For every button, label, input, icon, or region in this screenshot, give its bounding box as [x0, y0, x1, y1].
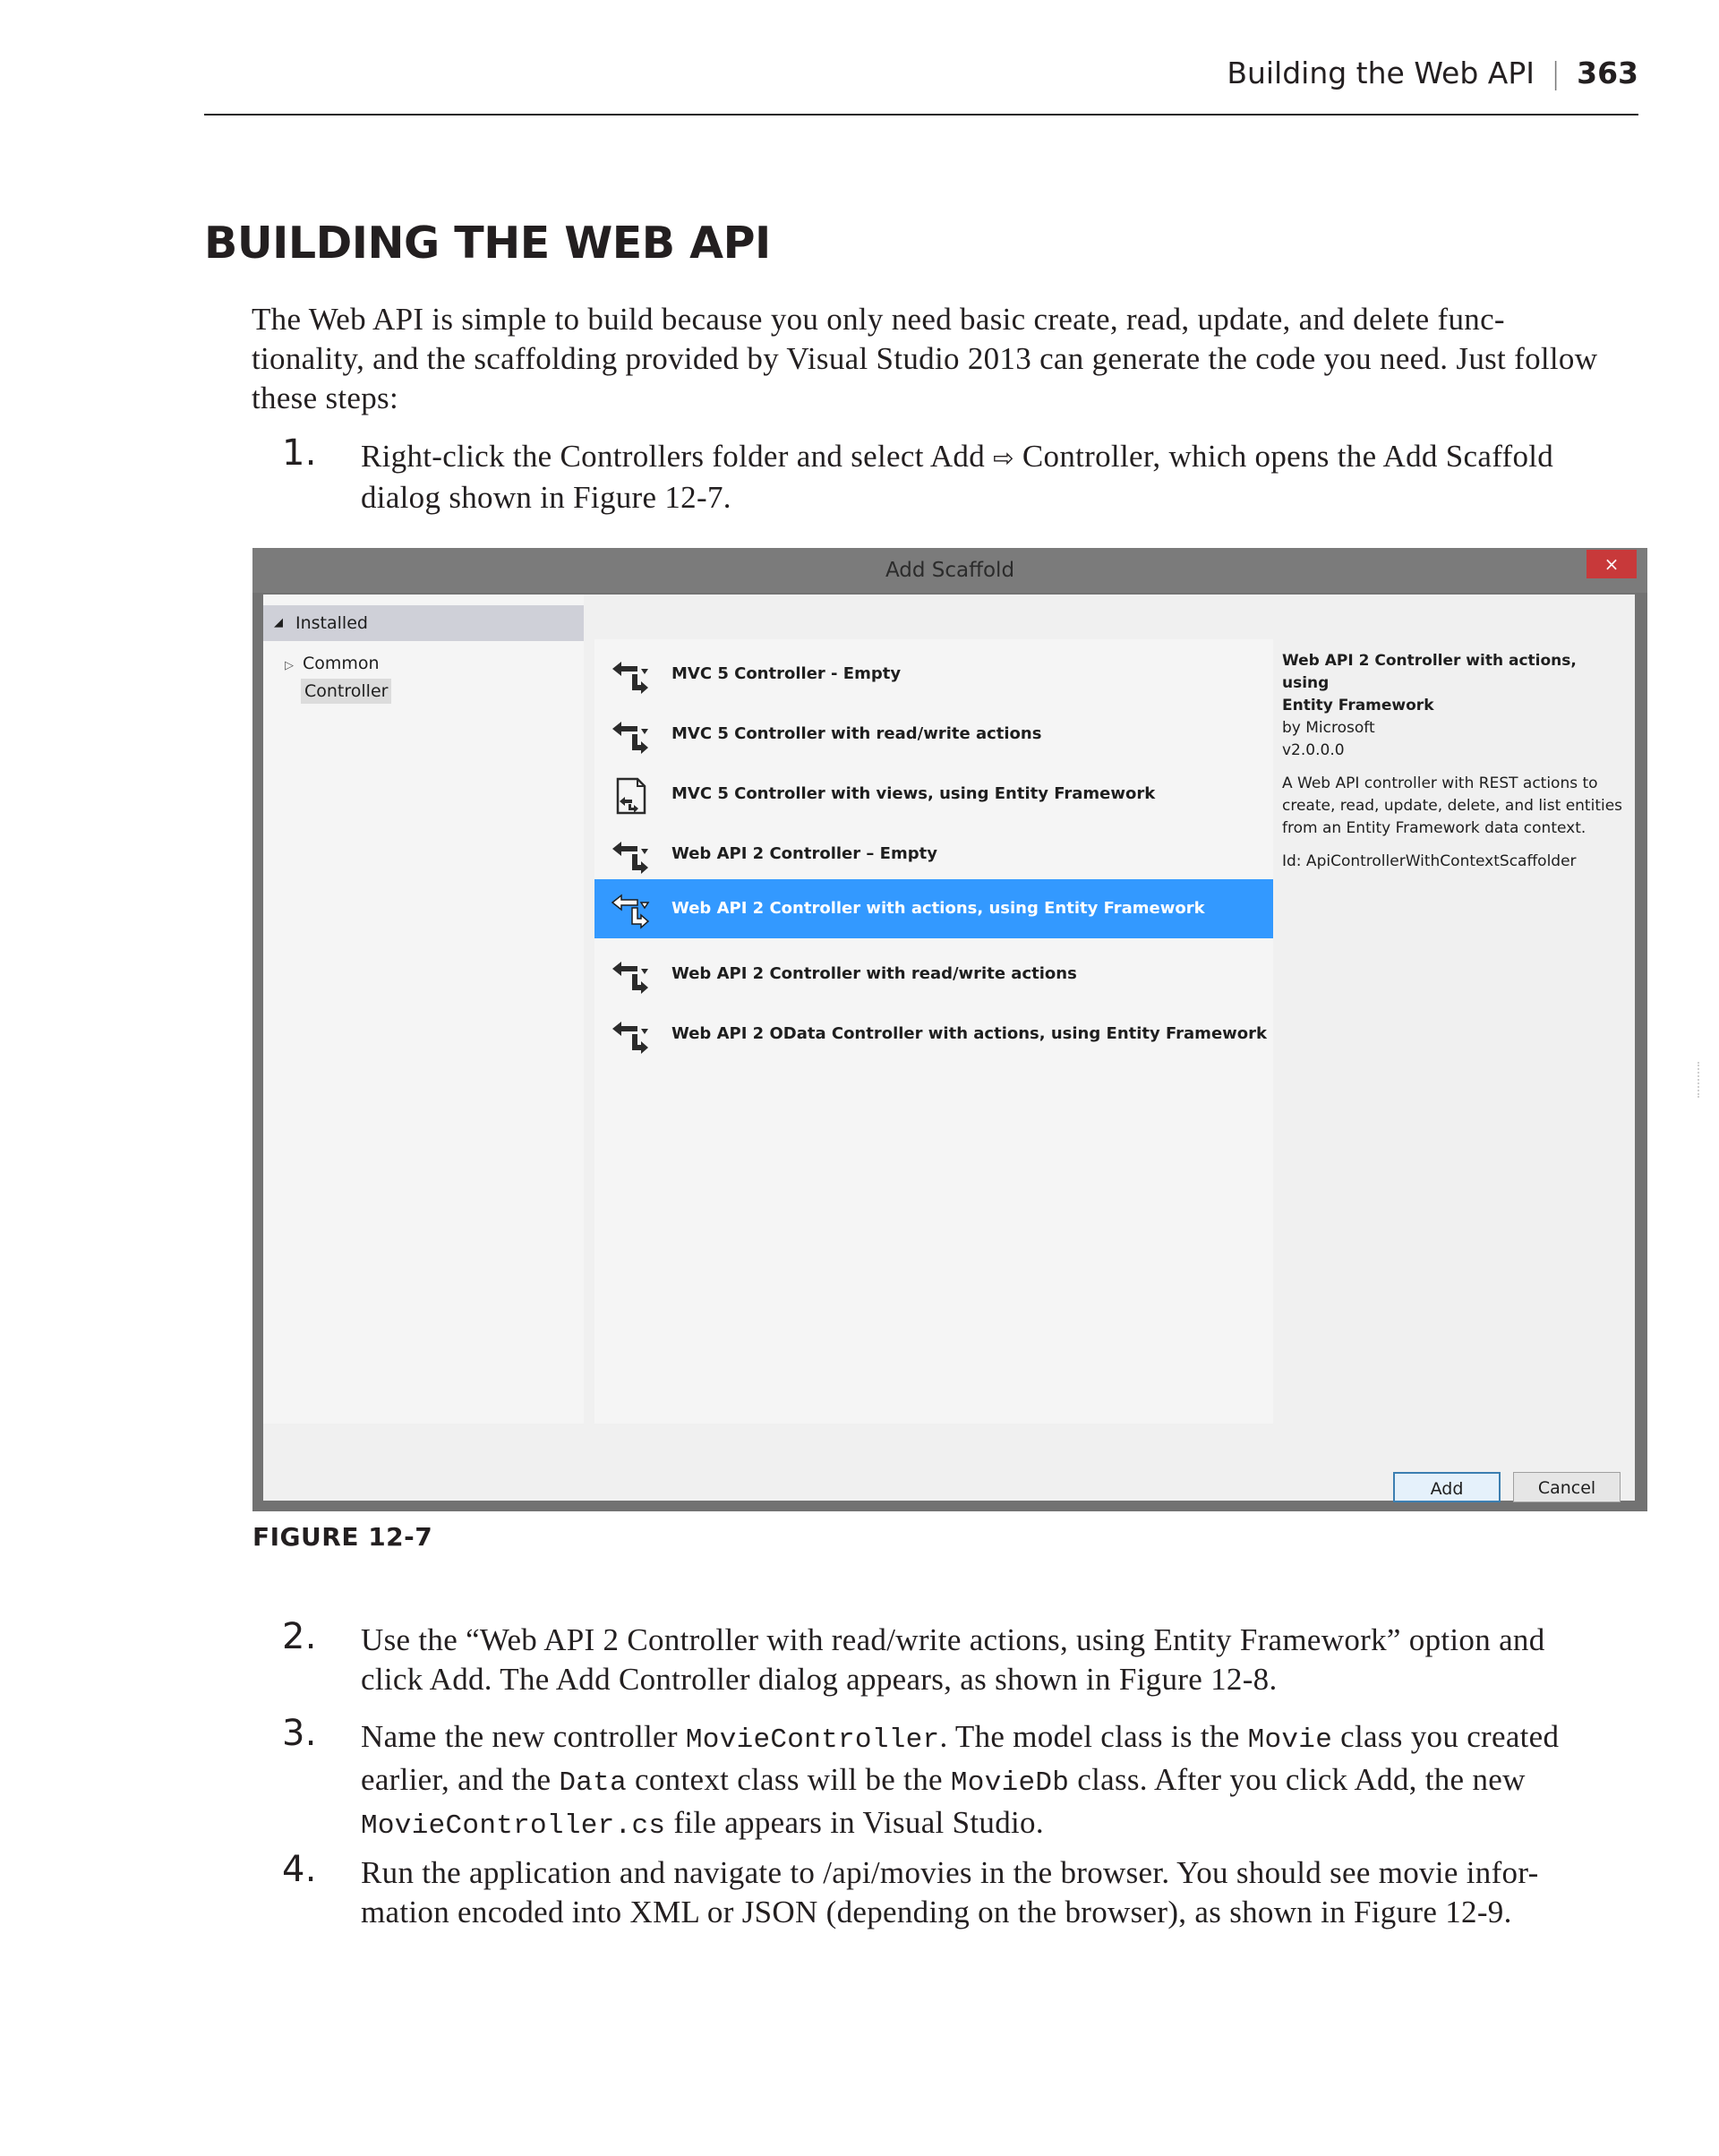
template-name: MVC 5 Controller with views, using Entit…: [671, 784, 1156, 803]
view-controller-icon: [616, 777, 646, 815]
controller-icon: [612, 662, 648, 694]
step-text-part: file appears in Visual Studio.: [665, 1805, 1044, 1840]
details-id: Id: ApiControllerWithContextScaffolder: [1282, 852, 1577, 870]
step-text: Right-click the Controllers folder and s…: [361, 437, 1612, 518]
tree-item-common[interactable]: ▷ Common: [285, 650, 380, 677]
controller-icon: [612, 1022, 648, 1054]
running-head: Building the Web API | 363: [204, 56, 1638, 109]
running-head-title: Building the Web API: [1227, 56, 1535, 90]
add-scaffold-dialog: Add Scaffold × ◢ Installed ▷ Common Contr…: [252, 548, 1647, 1511]
step-2: 2. Use the “Web API 2 Controller with re…: [252, 1617, 1612, 1699]
template-name: MVC 5 Controller with read/write actions: [671, 724, 1042, 743]
code-class-name: MovieController: [685, 1724, 940, 1756]
template-item-mvc-empty[interactable]: MVC 5 Controller - Empty: [594, 646, 1273, 702]
menu-arrow-icon: ⇨: [993, 443, 1014, 473]
template-item-webapi-empty[interactable]: Web API 2 Controller – Empty: [594, 826, 1273, 882]
margin-mark: [1698, 1062, 1706, 1098]
details-author: by Microsoft: [1282, 719, 1375, 737]
template-name: Web API 2 Controller with read/write act…: [671, 964, 1077, 983]
template-name: Web API 2 Controller – Empty: [671, 844, 937, 863]
controller-icon: [611, 894, 650, 929]
details-description-line: from an Entity Framework data context.: [1282, 819, 1586, 837]
template-list: MVC 5 Controller - Empty MVC 5 Controlle…: [594, 639, 1273, 1424]
page-number: 363: [1577, 56, 1638, 90]
template-item-webapi-odata-ef[interactable]: Web API 2 OData Controller with actions,…: [594, 1006, 1273, 1062]
code-class-name: Movie: [1247, 1724, 1333, 1756]
step-4: 4. Run the application and navigate to /…: [252, 1849, 1612, 1932]
add-button[interactable]: Add: [1393, 1472, 1501, 1502]
running-head-separator: |: [1550, 56, 1561, 90]
intro-paragraph: The Web API is simple to build because y…: [252, 302, 1598, 415]
controller-icon: [612, 842, 648, 874]
details-description-line: create, read, update, delete, and list e…: [1282, 797, 1623, 815]
template-name: Web API 2 OData Controller with actions,…: [671, 1024, 1267, 1043]
details-description-line: A Web API controller with REST actions t…: [1282, 774, 1598, 792]
details-version: v2.0.0.0: [1282, 741, 1345, 759]
template-item-mvc-views-ef[interactable]: MVC 5 Controller with views, using Entit…: [594, 766, 1273, 822]
figure-caption: FIGURE 12-7: [252, 1522, 433, 1552]
tree-installed-header[interactable]: ◢ Installed: [263, 605, 584, 641]
dialog-body: ◢ Installed ▷ Common Controller MVC 5 Con…: [263, 595, 1635, 1502]
step-number: 3.: [282, 1713, 317, 1754]
category-tree: ◢ Installed ▷ Common Controller: [263, 595, 584, 1424]
details-title-line: Web API 2 Controller with actions, using: [1282, 652, 1577, 692]
code-class-name: Data: [559, 1767, 627, 1799]
code-class-name: MovieDb: [950, 1767, 1070, 1799]
code-file-name: MovieController.cs: [361, 1810, 666, 1842]
tree-item-label: Common: [303, 654, 380, 673]
template-details: Web API 2 Controller with actions, using…: [1282, 650, 1626, 873]
controller-icon: [612, 962, 648, 994]
step-text: Name the new controller MovieController.…: [361, 1717, 1612, 1846]
header-rule: [204, 114, 1638, 116]
section-title: BUILDING THE WEB API: [204, 218, 771, 269]
step-text-part: context class will be the: [626, 1762, 951, 1797]
dialog-title: Add Scaffold: [252, 548, 1647, 593]
details-title-line: Entity Framework: [1282, 697, 1434, 714]
step-text-part: Name the new controller: [361, 1719, 686, 1754]
cancel-button[interactable]: Cancel: [1513, 1472, 1621, 1502]
template-name: MVC 5 Controller - Empty: [671, 664, 902, 683]
template-item-webapi-read-write[interactable]: Web API 2 Controller with read/write act…: [594, 946, 1273, 1002]
template-name: Web API 2 Controller with actions, using…: [671, 899, 1205, 918]
step-number: 4.: [282, 1849, 317, 1890]
template-item-mvc-read-write[interactable]: MVC 5 Controller with read/write actions: [594, 706, 1273, 762]
controller-icon: [612, 722, 648, 754]
step-text: Use the “Web API 2 Controller with read/…: [361, 1622, 1545, 1697]
collapse-triangle-icon: ▷: [285, 659, 294, 672]
close-icon[interactable]: ×: [1586, 550, 1637, 578]
step-number: 2.: [282, 1616, 317, 1657]
step-text-part: Right-click the Controllers folder and s…: [361, 439, 994, 474]
tree-item-controller[interactable]: Controller: [301, 679, 392, 704]
step-text-part: . The model class is the: [939, 1719, 1248, 1754]
template-item-webapi-actions-ef[interactable]: Web API 2 Controller with actions, using…: [594, 879, 1273, 938]
step-number: 1.: [282, 432, 317, 474]
expand-triangle-icon: ◢: [274, 616, 283, 629]
step-text: Run the application and navigate to /api…: [361, 1855, 1539, 1929]
step-1: 1. Right-click the Controllers folder an…: [252, 433, 1612, 518]
step-text-part: class. After you click Add, the new: [1069, 1762, 1526, 1797]
step-3: 3. Name the new controller MovieControll…: [252, 1713, 1612, 1846]
tree-installed-label: Installed: [295, 613, 368, 633]
